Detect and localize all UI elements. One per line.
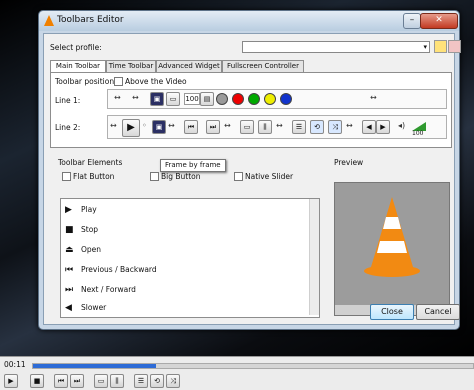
list-item-stop[interactable]: ■ Stop — [65, 223, 98, 237]
profile-select[interactable]: ▾ — [242, 41, 430, 53]
line2-drop-area[interactable]: ↔ ▶ ◦ ▣ ↔ ⏮ ⏭ ↔ ▭ ⫼ ↔ ☰ ⟲ ⤨ ↔ ◀ ▶ ◂) 100 — [107, 115, 447, 139]
eject-icon: ⏏ — [65, 245, 74, 255]
preview-label: Preview — [334, 158, 364, 167]
previous-icon[interactable]: ⏮ — [184, 120, 198, 134]
main-toolbar-panel: Toolbar position: Above the Video Line 1… — [50, 72, 452, 148]
next-icon[interactable]: ⏭ — [70, 374, 84, 388]
line1-label: Line 1: — [55, 96, 81, 105]
list-item-play[interactable]: ▶ Play — [65, 203, 97, 217]
expanding-spacer-icon[interactable]: ↔ — [114, 93, 121, 102]
expanding-spacer-icon[interactable]: ↔ — [168, 121, 175, 130]
tooltip: Frame by frame — [160, 159, 226, 172]
tab-time-toolbar[interactable]: Time Toolbar — [106, 60, 156, 72]
blue-dot-icon[interactable] — [280, 93, 292, 105]
previous-icon[interactable]: ⏮ — [54, 374, 68, 388]
expanding-spacer-icon[interactable]: ↔ — [276, 121, 283, 130]
expanding-spacer-icon[interactable]: ↔ — [346, 121, 353, 130]
native-slider-checkbox[interactable] — [234, 172, 243, 181]
green-dot-icon[interactable] — [248, 93, 260, 105]
shuffle-icon[interactable]: ⤨ — [166, 374, 180, 388]
faster-icon[interactable]: ▶ — [376, 120, 390, 134]
ab-loop-icon[interactable]: ▤ — [200, 92, 214, 106]
fullscreen-icon[interactable]: ▭ — [94, 374, 108, 388]
close-button[interactable]: Close — [370, 304, 414, 320]
title-bar: Toolbars Editor – ✕ — [39, 11, 459, 31]
next-icon[interactable]: ⏭ — [206, 120, 220, 134]
loop-icon[interactable]: ⟲ — [310, 120, 324, 134]
dialog-content: Select profile: ▾ Main Toolbar Time Tool… — [43, 33, 461, 325]
delete-profile-button[interactable] — [448, 40, 461, 53]
yellow-dot-icon[interactable] — [264, 93, 276, 105]
list-item-slower[interactable]: ◀ Slower — [65, 301, 106, 315]
player-controls: 00:11 ▶ ■ ⏮ ⏭ ▭ ⫼ ☰ ⟲ ⤨ — [0, 356, 474, 390]
playlist-icon[interactable]: ☰ — [292, 120, 306, 134]
select-profile-label: Select profile: — [50, 43, 102, 52]
extended-settings-icon[interactable]: ⫼ — [110, 374, 124, 388]
line2-label: Line 2: — [55, 123, 81, 132]
line1-drop-area[interactable]: ↔ ↔ ▣ ▭ 100 ▤ ↔ — [107, 89, 447, 109]
play-icon[interactable]: ▶ — [4, 374, 18, 388]
list-item-previous[interactable]: ⏮ Previous / Backward — [65, 263, 157, 277]
record-icon[interactable]: ▣ — [150, 92, 164, 106]
expanding-spacer-icon[interactable]: ↔ — [132, 93, 139, 102]
slower-icon[interactable]: ◀ — [362, 120, 376, 134]
toolbars-editor-dialog: Toolbars Editor – ✕ Select profile: ▾ Ma… — [38, 10, 461, 330]
new-profile-button[interactable] — [434, 40, 447, 53]
vlc-cone-icon — [44, 15, 54, 26]
volume-value: 100 — [412, 130, 424, 137]
seek-progress — [33, 364, 157, 368]
toolbar-position-label: Toolbar position: — [55, 77, 117, 86]
big-button-label: Big Button — [161, 172, 201, 181]
list-item-next[interactable]: ⏭ Next / Forward — [65, 283, 136, 297]
snapshot-icon[interactable]: ▭ — [166, 92, 180, 106]
close-window-button[interactable]: ✕ — [420, 13, 458, 29]
previous-icon: ⏮ — [65, 265, 74, 275]
speed-spinbox[interactable]: 100 — [184, 93, 200, 105]
stop-icon[interactable]: ■ — [30, 374, 44, 388]
vlc-cone-icon — [364, 197, 420, 277]
cancel-button[interactable]: Cancel — [416, 304, 460, 320]
tab-advanced-widget[interactable]: Advanced Widget — [156, 60, 222, 72]
list-scrollbar[interactable] — [309, 199, 319, 315]
elapsed-time: 00:11 — [4, 360, 26, 369]
loop-icon[interactable]: ⟲ — [150, 374, 164, 388]
playlist-icon[interactable]: ☰ — [134, 374, 148, 388]
tab-fullscreen-controller[interactable]: Fullscreen Controller — [222, 60, 304, 72]
grey-dot-icon[interactable] — [216, 93, 228, 105]
above-video-label: Above the Video — [125, 77, 187, 86]
flat-button-label: Flat Button — [73, 172, 115, 181]
frame-by-frame-icon[interactable]: ▣ — [152, 120, 166, 134]
volume-icon[interactable]: ◂) — [398, 121, 405, 130]
preview-pane — [334, 182, 450, 316]
play-icon[interactable]: ▶ — [122, 119, 140, 137]
fullscreen-icon[interactable]: ▭ — [240, 120, 254, 134]
spacer-icon[interactable]: ◦ — [142, 121, 147, 130]
expanding-spacer-icon[interactable]: ↔ — [224, 121, 231, 130]
big-button-checkbox[interactable] — [150, 172, 159, 181]
stop-icon: ■ — [65, 225, 74, 235]
toolbar-elements-list[interactable]: ▶ Play ■ Stop ⏏ Open ⏮ Previous / Backward ⏭… — [60, 198, 320, 318]
expanding-spacer-icon[interactable]: ↔ — [370, 93, 377, 102]
list-item-open[interactable]: ⏏ Open — [65, 243, 101, 257]
flat-button-checkbox[interactable] — [62, 172, 71, 181]
red-dot-icon[interactable] — [232, 93, 244, 105]
next-icon: ⏭ — [65, 285, 74, 295]
toolbar-elements-label: Toolbar Elements — [58, 158, 123, 167]
chevron-down-icon: ▾ — [423, 43, 427, 51]
slower-icon: ◀ — [65, 303, 72, 313]
window-title: Toolbars Editor — [57, 15, 124, 25]
above-video-checkbox[interactable] — [114, 77, 123, 86]
play-icon: ▶ — [65, 205, 72, 215]
extended-settings-icon[interactable]: ⫼ — [258, 120, 272, 134]
shuffle-icon[interactable]: ⤨ — [328, 120, 342, 134]
minimize-button[interactable]: – — [403, 13, 421, 29]
native-slider-label: Native Slider — [245, 172, 294, 181]
expanding-spacer-icon[interactable]: ↔ — [110, 121, 117, 130]
seek-slider[interactable] — [32, 363, 474, 369]
